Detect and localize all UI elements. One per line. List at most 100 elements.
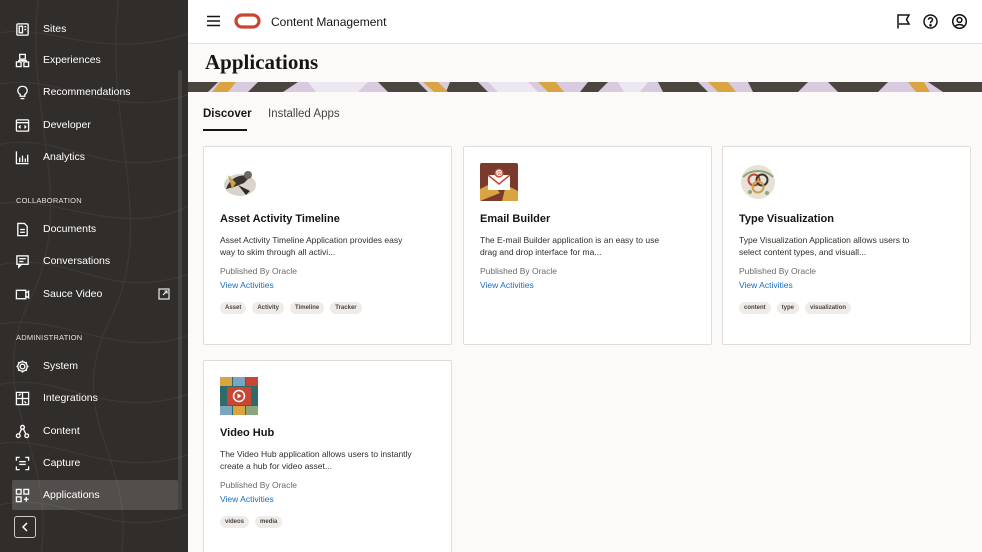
card-tags: content type visualization [739,302,852,314]
sidebar-item-label: Developer [43,119,91,131]
card-tags: Asset Activity Timeline Tracker [220,302,362,314]
chevron-left-icon [21,522,28,532]
card-description: Asset Activity Timeline Application prov… [220,234,440,258]
card-description-line: The E-mail Builder application is an eas… [480,235,660,245]
card-description: Type Visualization Application allows us… [739,234,959,258]
svg-text:@: @ [496,170,502,177]
app-card-video-hub[interactable]: Video Hub The Video Hub application allo… [203,360,452,552]
sidebar-item-label: Applications [43,489,100,501]
user-icon[interactable] [951,13,968,30]
documents-icon [14,221,30,237]
sidebar-item-analytics[interactable]: Analytics [14,142,178,172]
sidebar-item-label: Sauce Video [43,288,103,300]
decorative-banner [188,82,982,92]
developer-icon [14,117,30,133]
top-header: Content Management [188,0,982,44]
sidebar-item-documents[interactable]: Documents [14,214,178,244]
conversations-icon [14,253,30,269]
app-card-asset-activity-timeline[interactable]: Asset Activity Timeline Asset Activity T… [203,146,452,345]
help-icon[interactable] [922,13,939,30]
sidebar-item-sauce-video[interactable]: Sauce Video [14,279,178,309]
sidebar: Sites Experiences Recommendations Develo… [0,0,188,552]
tag-chip[interactable]: content [739,302,771,314]
tag-chip[interactable]: media [255,516,283,528]
sidebar-item-sites[interactable]: Sites [14,14,178,44]
tag-chip[interactable]: Tracker [330,302,362,314]
card-description-line: Asset Activity Timeline Application prov… [220,235,403,245]
section-collaboration-heading: COLLABORATION [16,196,82,205]
sidebar-item-label: Analytics [43,151,86,163]
tag-chip[interactable]: type [776,302,800,314]
sites-icon [14,21,30,37]
card-description: The Video Hub application allows users t… [220,448,440,472]
sidebar-item-label: Experiences [43,54,101,66]
page-title: Applications [205,50,319,74]
analytics-icon [14,149,30,165]
card-description-line: drag and drop interface for ma... [480,247,602,257]
tag-chip[interactable]: videos [220,516,250,528]
tab-discover[interactable]: Discover [203,108,252,120]
card-publisher: Published By Oracle [739,266,817,276]
view-activities-link[interactable]: View Activities [220,494,274,504]
card-description-line: select content types, and visuall... [739,247,867,257]
card-description-line: create a hub for video asset... [220,461,332,471]
card-publisher: Published By Oracle [220,266,298,276]
email-builder-app-icon: @ [480,163,518,201]
sidebar-item-label: Recommendations [43,86,131,98]
sidebar-item-developer[interactable]: Developer [14,110,178,140]
sidebar-item-content[interactable]: Content [14,416,178,446]
sidebar-item-conversations[interactable]: Conversations [14,246,178,276]
asset-timeline-app-icon [224,171,256,196]
card-title: Type Visualization [739,213,834,225]
tab-bar: Discover Installed Apps [188,92,982,132]
view-activities-link[interactable]: View Activities [220,280,274,290]
oracle-logo [234,13,261,29]
card-publisher: Published By Oracle [480,266,558,276]
recommendations-icon [14,84,30,100]
sidebar-scrollbar[interactable] [178,70,182,510]
applications-icon [14,487,30,503]
card-title: Video Hub [220,427,275,439]
card-description-line: way to skim through all activi... [220,247,336,257]
card-description-line: Type Visualization Application allows us… [739,235,910,245]
sidebar-item-system[interactable]: System [14,351,178,381]
sidebar-item-label: Sites [43,23,67,35]
app-card-email-builder[interactable]: @ Email Builder The E-mail Builder appli… [463,146,712,345]
sidebar-item-label: System [43,360,79,372]
view-activities-link[interactable]: View Activities [739,280,793,290]
sidebar-item-label: Capture [43,457,81,469]
gear-icon [14,358,30,374]
flag-icon[interactable] [895,13,912,30]
sidebar-item-capture[interactable]: Capture [14,448,178,478]
app-title: Content Management [271,15,387,29]
view-activities-link[interactable]: View Activities [480,280,534,290]
card-title: Email Builder [480,213,551,225]
tag-chip[interactable]: Asset [220,302,247,314]
sidebar-item-recommendations[interactable]: Recommendations [14,77,178,107]
sidebar-item-experiences[interactable]: Experiences [14,45,178,75]
external-link-icon[interactable] [158,288,170,300]
applications-grid: Asset Activity Timeline Asset Activity T… [188,132,982,552]
capture-icon [14,455,30,471]
tag-chip[interactable]: Activity [252,302,285,314]
hamburger-menu-icon[interactable] [207,15,220,27]
card-description: The E-mail Builder application is an eas… [480,234,700,258]
card-description-line: The Video Hub application allows users t… [220,449,412,459]
tab-installed-apps[interactable]: Installed Apps [268,108,340,120]
page-title-band: Applications [188,44,982,92]
content-icon [14,423,30,439]
integrations-icon [14,390,30,406]
sidebar-item-integrations[interactable]: Integrations [14,383,178,413]
app-card-type-visualization[interactable]: Type Visualization Type Visualization Ap… [722,146,971,345]
tag-chip[interactable]: visualization [805,302,852,314]
sidebar-item-applications[interactable]: Applications [12,480,178,510]
video-icon [14,286,30,302]
tag-chip[interactable]: Timeline [290,302,325,314]
sidebar-item-label: Content [43,425,80,437]
collapse-sidebar-button[interactable] [14,516,36,538]
section-administration-heading: ADMINISTRATION [16,333,83,342]
card-tags: videos media [220,516,283,528]
video-hub-app-icon [220,377,258,415]
sidebar-item-label: Documents [43,223,97,235]
card-title: Asset Activity Timeline [220,213,340,225]
